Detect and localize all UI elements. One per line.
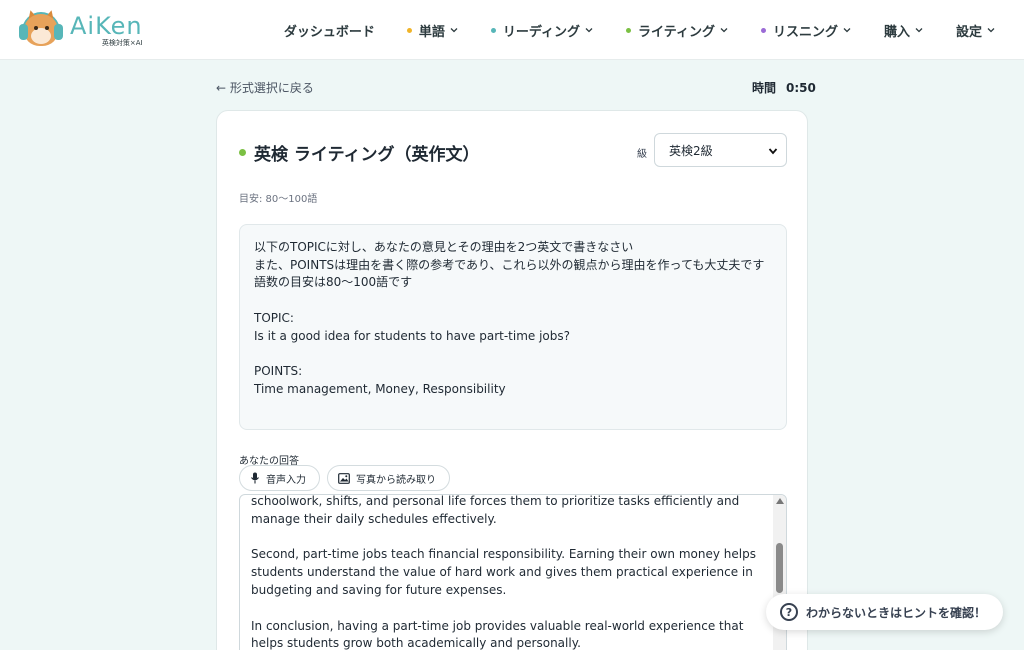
voice-input-button[interactable]: 音声入力 [239,465,320,491]
photo-read-label: 写真から読み取り [356,474,436,486]
main-nav: ダッシュボード 単語 リーディング ライティング リスニング 購入 設定 [284,0,996,60]
nav-dashboard-label: ダッシュボード [283,24,375,40]
topic-label: TOPIC: [254,310,294,325]
app-header: AiKen 英検対策×AI ダッシュボード 単語 リーディング ライティング リ… [0,0,1024,60]
chevron-down-icon [768,148,778,155]
answer-paragraph: Second, part-time jobs teach financial r… [251,547,756,597]
nav-settings-label: 設定 [955,24,982,40]
nav-vocabulary-dot [406,27,412,33]
grade-select[interactable]: 英検2級 [654,133,787,167]
nav-purchase-label: 購入 [883,24,910,40]
question-prompt: 以下のTOPICに対し、あなたの意見とその理由を2つ英文で書きなさい また、PO… [239,224,787,430]
answer-paragraph: In conclusion, having a part-time job pr… [251,618,744,650]
answer-text: schoolwork, shifts, and personal life fo… [251,494,763,650]
scroll-thumb[interactable] [776,543,783,593]
nav-listening[interactable]: リスニング [760,21,852,40]
nav-vocabulary-label: 単語 [418,24,445,40]
image-icon [338,472,350,484]
nav-listening-dot [760,27,766,33]
timer-value: 0:50 [786,81,816,95]
chevron-down-icon [987,28,995,33]
answer-textarea[interactable]: schoolwork, shifts, and personal life fo… [239,494,787,650]
nav-vocabulary[interactable]: 単語 [406,21,459,40]
nav-settings[interactable]: 設定 [956,21,996,40]
points-text: Time management, Money, Responsibility [254,381,506,396]
back-to-format-link[interactable]: ← 形式選択に戻る [216,79,314,96]
chevron-down-icon [915,28,923,33]
prompt-line-3: 語数の目安は80〜100語です [254,275,413,290]
nav-purchase[interactable]: 購入 [884,21,924,40]
hint-button[interactable]: ? わからないときはヒントを確認！ [766,594,1003,630]
prompt-line-2: また、POINTSは理由を書く際の参考であり、これら以外の観点から理由を作っても… [254,257,765,272]
page-title: 英検 ライティング（英作文） [239,140,480,165]
microphone-icon [251,472,259,484]
scroll-up-arrow-icon[interactable] [776,498,784,504]
question-circle-icon: ? [780,603,798,621]
shiba-mascot-icon [18,8,64,50]
nav-reading[interactable]: リーディング [490,21,594,40]
chevron-down-icon [450,28,458,33]
nav-dashboard[interactable]: ダッシュボード [284,21,375,40]
writing-card: 英検 ライティング（英作文） 級 英検2級 目安: 80〜100語 以下のTOP… [216,110,808,650]
photo-read-button[interactable]: 写真から読み取り [327,465,450,491]
points-label: POINTS: [254,363,303,378]
nav-writing-dot [625,27,631,33]
answer-paragraph: schoolwork, shifts, and personal life fo… [251,494,740,526]
nav-reading-label: リーディング [502,24,580,40]
writing-dot [239,149,246,156]
logo-wordmark: AiKen [70,11,143,40]
nav-writing[interactable]: ライティング [625,21,729,40]
voice-input-label: 音声入力 [266,474,306,486]
word-count-guide: 目安: 80〜100語 [239,194,318,205]
page-title-text: 英検 ライティング（英作文） [254,145,480,165]
logo[interactable]: AiKen 英検対策×AI [18,8,143,50]
nav-writing-label: ライティング [637,24,715,40]
nav-reading-dot [490,27,496,33]
timer: 時間 0:50 [752,79,816,96]
nav-listening-label: リスニング [772,24,838,40]
hint-label: わからないときはヒントを確認！ [806,605,987,620]
timer-label: 時間 [752,81,777,95]
grade-select-value: 英検2級 [669,143,713,158]
grade-label: 級 [637,149,647,160]
topic-text: Is it a good idea for students to have p… [254,328,571,343]
prompt-line-1: 以下のTOPICに対し、あなたの意見とその理由を2つ英文で書きなさい [254,240,634,254]
chevron-down-icon [843,28,851,33]
chevron-down-icon [585,28,593,33]
chevron-down-icon [720,28,728,33]
